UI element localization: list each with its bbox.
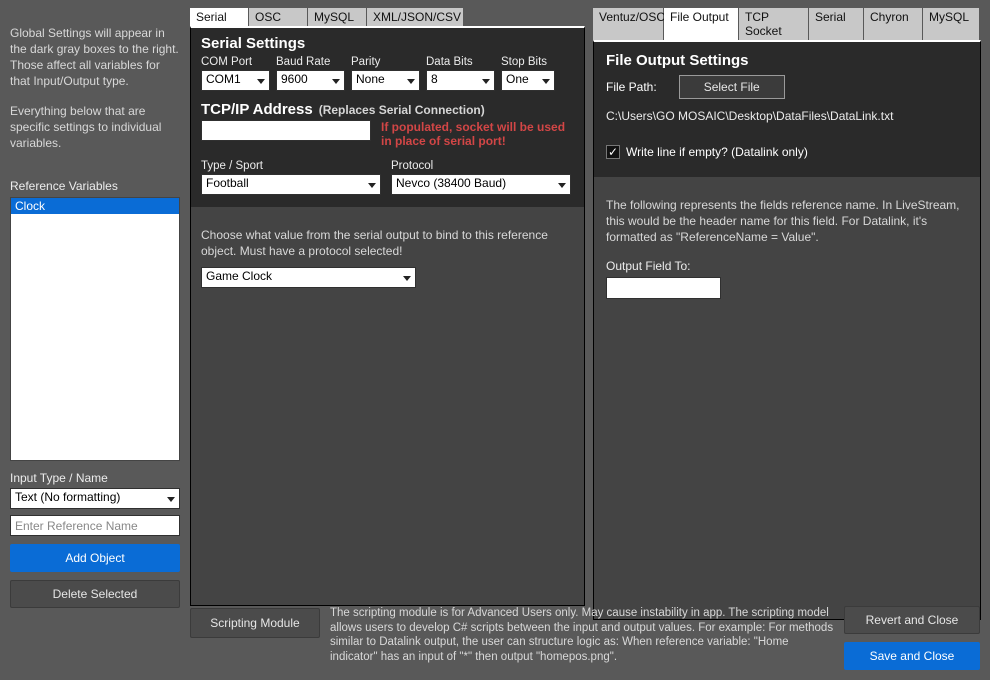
file-path-value: C:\Users\GO MOSAIC\Desktop\DataFiles\Dat… bbox=[606, 109, 968, 123]
intro-paragraph-1: Global Settings will appear in the dark … bbox=[10, 25, 180, 89]
file-path-label: File Path: bbox=[606, 80, 657, 94]
output-field-label: Output Field To: bbox=[594, 251, 980, 277]
input-tab-osc[interactable]: OSC bbox=[249, 8, 307, 26]
tcp-warning-1: If populated, socket will be used bbox=[381, 120, 574, 134]
intro-paragraph-2: Everything below that are specific setti… bbox=[10, 103, 180, 151]
protocol-select[interactable]: Nevco (38400 Baud) bbox=[391, 174, 571, 195]
output-field-help: The following represents the fields refe… bbox=[594, 177, 980, 251]
parity-select[interactable]: None bbox=[351, 70, 420, 91]
scripting-help-text: The scripting module is for Advanced Use… bbox=[330, 606, 834, 664]
output-tab-file-output[interactable]: File Output bbox=[664, 8, 738, 40]
input-type-label: Input Type / Name bbox=[10, 471, 180, 485]
input-tab-serial[interactable]: Serial bbox=[190, 8, 248, 26]
revert-close-button[interactable]: Revert and Close bbox=[844, 606, 980, 634]
input-tab-xml-json-csv[interactable]: XML/JSON/CSV bbox=[367, 8, 463, 26]
output-tab-tcp-socket[interactable]: TCP Socket bbox=[739, 8, 808, 40]
protocol-label: Protocol bbox=[391, 160, 571, 172]
save-close-button[interactable]: Save and Close bbox=[844, 642, 980, 670]
select-file-button[interactable]: Select File bbox=[679, 75, 785, 99]
tcp-warning-2: in place of serial port! bbox=[381, 134, 574, 148]
com-port-label: COM Port bbox=[201, 56, 270, 68]
serial-settings-title: Serial Settings bbox=[201, 35, 574, 52]
input-tabs: SerialOSCMySQLXML/JSON/CSV bbox=[190, 8, 585, 26]
stop-bits-label: Stop Bits bbox=[501, 56, 555, 68]
type-sport-label: Type / Sport bbox=[201, 160, 381, 172]
output-tabs: Ventuz/OSCFile OutputTCP SocketSerialChy… bbox=[593, 8, 981, 40]
stop-bits-select[interactable]: One bbox=[501, 70, 555, 91]
reference-variables-label: Reference Variables bbox=[10, 179, 180, 193]
baud-rate-select[interactable]: 9600 bbox=[276, 70, 345, 91]
output-tab-mysql[interactable]: MySQL bbox=[923, 8, 979, 40]
input-type-select[interactable]: Text (No formatting) bbox=[10, 488, 180, 509]
reference-variables-list[interactable]: Clock bbox=[10, 197, 180, 461]
output-tab-ventuz-osc[interactable]: Ventuz/OSC bbox=[593, 8, 663, 40]
data-bits-label: Data Bits bbox=[426, 56, 495, 68]
tcp-subtitle: (Replaces Serial Connection) bbox=[319, 103, 485, 117]
write-empty-checkbox[interactable]: ✓ bbox=[606, 145, 620, 159]
add-object-button[interactable]: Add Object bbox=[10, 544, 180, 572]
data-bits-select[interactable]: 8 bbox=[426, 70, 495, 91]
bind-help-text: Choose what value from the serial output… bbox=[191, 207, 584, 267]
file-output-title: File Output Settings bbox=[606, 52, 968, 69]
output-field-input[interactable] bbox=[606, 277, 721, 299]
baud-rate-label: Baud Rate bbox=[276, 56, 345, 68]
input-type-value: Text (No formatting) bbox=[15, 490, 120, 504]
input-tab-mysql[interactable]: MySQL bbox=[308, 8, 366, 26]
tcp-address-input[interactable] bbox=[201, 120, 371, 141]
parity-label: Parity bbox=[351, 56, 420, 68]
reference-variable-item[interactable]: Clock bbox=[11, 198, 179, 214]
tcp-title: TCP/IP Address bbox=[201, 101, 313, 118]
delete-selected-button[interactable]: Delete Selected bbox=[10, 580, 180, 608]
output-tab-chyron[interactable]: Chyron bbox=[864, 8, 922, 40]
intro-text: Global Settings will appear in the dark … bbox=[10, 25, 180, 151]
bind-value-select[interactable]: Game Clock bbox=[201, 267, 416, 288]
reference-name-input[interactable] bbox=[10, 515, 180, 536]
scripting-module-button[interactable]: Scripting Module bbox=[190, 608, 320, 638]
output-tab-serial[interactable]: Serial bbox=[809, 8, 863, 40]
type-sport-select[interactable]: Football bbox=[201, 174, 381, 195]
com-port-select[interactable]: COM1 bbox=[201, 70, 270, 91]
write-empty-label: Write line if empty? (Datalink only) bbox=[626, 145, 808, 159]
